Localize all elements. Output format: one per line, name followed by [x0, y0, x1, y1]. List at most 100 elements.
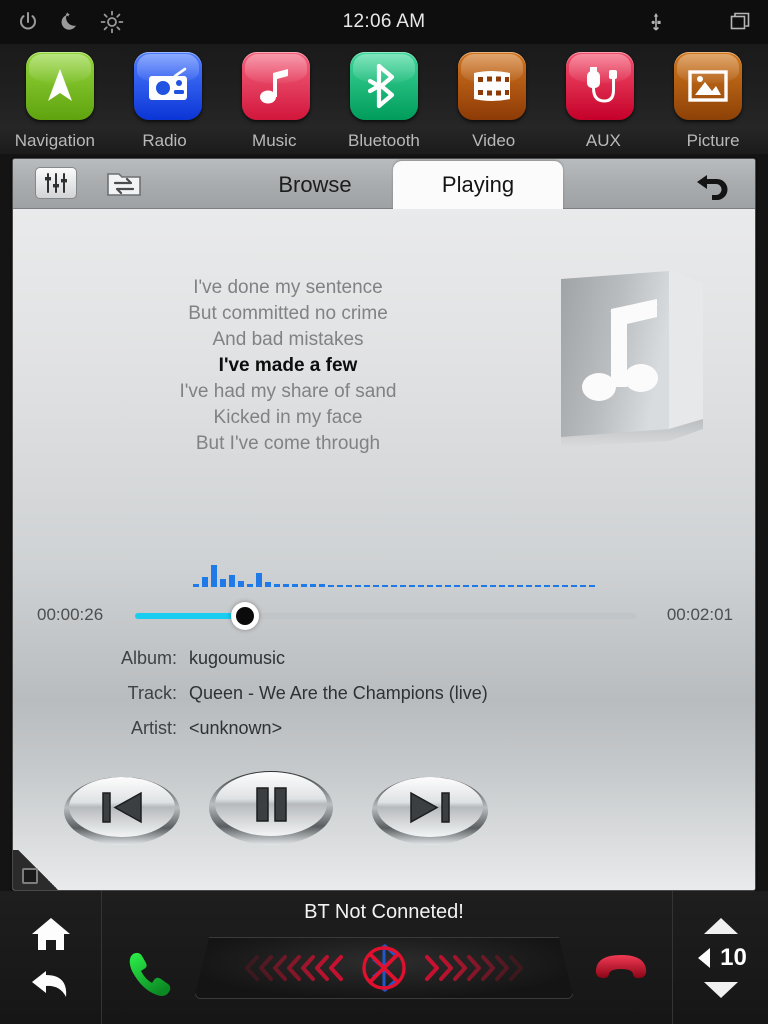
spectrum-bar — [247, 584, 253, 587]
spectrum-bar — [526, 585, 532, 587]
back-button[interactable] — [693, 169, 733, 201]
spectrum-bar — [400, 585, 406, 587]
app-bluetooth[interactable] — [350, 52, 418, 120]
elapsed-time: 00:00:26 — [37, 605, 104, 624]
picture-icon — [688, 70, 728, 102]
spectrum-bar — [589, 585, 595, 587]
spectrum-bar — [454, 585, 460, 587]
lyric-line: But I've come through — [195, 433, 381, 454]
app-radio[interactable] — [134, 52, 202, 120]
undo-arrow-icon — [697, 175, 728, 200]
spectrum-bar — [517, 585, 523, 587]
navigation-arrow-icon — [48, 69, 72, 101]
artist-label: Artist: — [130, 718, 177, 738]
spectrum-analyzer — [13, 547, 755, 587]
pause-button[interactable] — [207, 763, 335, 854]
spectrum-bar — [274, 584, 280, 587]
app-label-navigation: Navigation — [14, 131, 96, 150]
spectrum-bar — [373, 585, 379, 587]
spectrum-bar — [535, 585, 541, 587]
app-dock — [0, 44, 768, 128]
spectrum-bar — [319, 584, 325, 587]
next-button[interactable] — [369, 769, 491, 854]
spectrum-bar — [508, 585, 514, 587]
metadata-row-track: Track: Queen - We Are the Champions (liv… — [13, 676, 755, 711]
spectrum-bar — [499, 585, 505, 587]
app-label-bluetooth: Bluetooth — [348, 131, 420, 150]
album-value: kugoumusic — [189, 648, 286, 668]
app-dock-labels: Navigation Radio Music Bluetooth Video A… — [0, 128, 768, 154]
spectrum-bar — [346, 585, 352, 587]
spectrum-bar — [193, 584, 199, 587]
player-content: I've done my sentence But committed no c… — [13, 209, 755, 890]
equalizer-button[interactable] — [35, 167, 77, 199]
tab-playing[interactable]: Playing — [393, 161, 563, 209]
bluetooth-indicator-panel — [194, 937, 574, 999]
album-label: Album: — [120, 648, 177, 668]
app-label-picture: Picture — [686, 131, 740, 150]
status-bar: 12:06 AM — [0, 0, 768, 44]
lyric-line: And bad mistakes — [212, 329, 364, 350]
lyric-line: I've had my share of sand — [179, 381, 397, 402]
lyrics-panel: I've done my sentence But committed no c… — [43, 275, 533, 457]
spectrum-bar — [229, 575, 235, 587]
volume-down-button[interactable] — [703, 981, 738, 998]
windows-icon[interactable] — [728, 10, 752, 34]
spectrum-bar — [310, 584, 316, 587]
total-time: 00:02:01 — [666, 605, 733, 624]
app-picture[interactable] — [674, 52, 742, 120]
seek-bar-knob[interactable] — [231, 602, 260, 630]
bluetooth-disabled-icon — [245, 943, 523, 993]
music-player-window: Browse Playing I've done my sentence But… — [12, 158, 756, 891]
spectrum-bar — [544, 585, 550, 587]
volume-level-display: 10 — [694, 944, 747, 972]
tab-browse[interactable]: Browse — [245, 172, 385, 198]
app-label-aux: AUX — [585, 131, 621, 150]
previous-button[interactable] — [61, 769, 183, 854]
bottom-bar: BT Not Conneted! 10 — [0, 891, 768, 1024]
spectrum-bar — [328, 585, 334, 587]
hangup-call-button[interactable] — [594, 953, 648, 992]
pause-icon — [209, 771, 333, 845]
answer-call-button[interactable] — [122, 949, 176, 1008]
usb-icon[interactable] — [644, 10, 668, 34]
spectrum-bar — [382, 585, 388, 587]
seek-bar[interactable] — [135, 602, 637, 630]
seek-bar-fill — [135, 613, 246, 619]
player-toolbar: Browse Playing — [13, 159, 755, 209]
aux-cable-icon — [587, 67, 617, 103]
app-navigation[interactable] — [26, 52, 94, 120]
spectrum-bar — [463, 585, 469, 587]
back-arrow-icon[interactable] — [30, 967, 72, 1001]
spectrum-bar — [490, 585, 496, 587]
lyric-line: Kicked in my face — [213, 407, 363, 428]
metadata-row-artist: Artist: <unknown> — [13, 711, 755, 746]
spectrum-bar — [553, 585, 559, 587]
artist-value: <unknown> — [189, 718, 283, 738]
spectrum-bar — [418, 585, 424, 587]
window-resize-handle[interactable] — [13, 850, 65, 890]
spectrum-bar — [427, 585, 433, 587]
folder-swap-icon — [107, 173, 141, 196]
volume-level-value: 10 — [720, 943, 747, 971]
lyric-line: But committed no crime — [188, 303, 388, 324]
spectrum-bar — [562, 585, 568, 587]
skip-next-icon — [372, 777, 488, 845]
spectrum-bar — [481, 585, 487, 587]
infotainment-screen: 12:06 AM Navigation Radio Music Bluetoot… — [0, 0, 768, 1024]
folder-swap-button[interactable] — [103, 167, 145, 199]
spectrum-bar — [445, 585, 451, 587]
spectrum-bar — [472, 585, 478, 587]
bt-status-text: BT Not Conneted! — [304, 901, 464, 923]
spectrum-bar — [364, 585, 370, 587]
spectrum-bar — [292, 584, 298, 587]
app-music[interactable] — [242, 52, 310, 120]
app-video[interactable] — [458, 52, 526, 120]
spectrum-bar — [436, 585, 442, 587]
volume-up-button[interactable] — [703, 917, 738, 934]
spectrum-bar — [238, 581, 244, 587]
app-aux[interactable] — [566, 52, 634, 120]
bluetooth-icon — [367, 63, 395, 109]
status-bar-right-icons — [644, 0, 752, 44]
spectrum-bar — [211, 565, 217, 587]
